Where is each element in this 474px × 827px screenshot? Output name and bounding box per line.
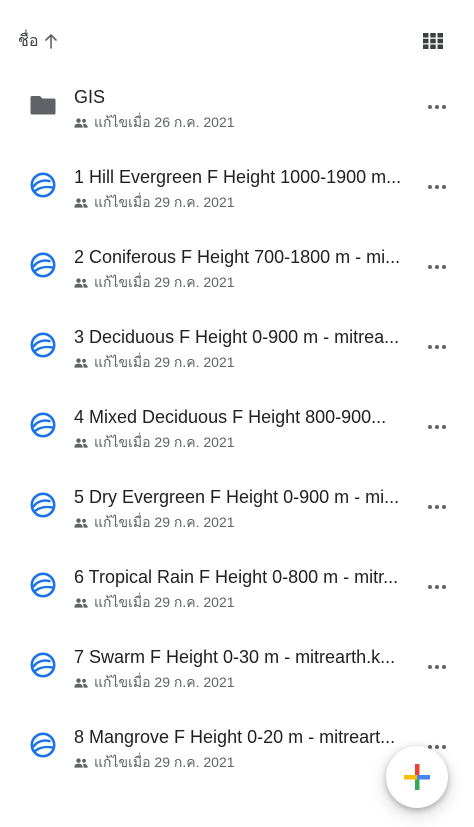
- file-meta: แก้ไขเมื่อ 26 ก.ค. 2021: [74, 114, 235, 132]
- arrow-up-icon: [45, 34, 58, 49]
- file-row[interactable]: 2 Coniferous F Height 700-1800 m - mi...…: [0, 220, 474, 300]
- file-name: 5 Dry Evergreen F Height 0-900 m - mi...: [74, 487, 400, 507]
- shared-people-icon: [74, 758, 88, 768]
- file-meta: แก้ไขเมื่อ 29 ก.ค. 2021: [74, 754, 235, 772]
- sort-label: ชื่อ: [18, 32, 39, 50]
- more-options-button[interactable]: [422, 176, 452, 198]
- file-row[interactable]: 1 Hill Evergreen F Height 1000-1900 m...…: [0, 140, 474, 220]
- file-name: GIS: [74, 87, 106, 107]
- google-earth-icon: [30, 572, 56, 598]
- modified-date: แก้ไขเมื่อ 29 ก.ค. 2021: [94, 354, 235, 370]
- more-options-button[interactable]: [422, 416, 452, 438]
- more-options-button[interactable]: [422, 576, 452, 598]
- shared-people-icon: [74, 118, 88, 128]
- modified-date: แก้ไขเมื่อ 29 ก.ค. 2021: [94, 674, 235, 690]
- grid-view-icon: [423, 33, 443, 49]
- google-earth-icon: [30, 732, 56, 758]
- file-meta: แก้ไขเมื่อ 29 ก.ค. 2021: [74, 354, 235, 372]
- file-row[interactable]: 6 Tropical Rain F Height 0-800 m - mitr.…: [0, 540, 474, 620]
- file-meta: แก้ไขเมื่อ 29 ก.ค. 2021: [74, 594, 235, 612]
- google-earth-icon: [30, 652, 56, 678]
- sort-by-name-button[interactable]: ชื่อ: [18, 30, 58, 52]
- file-meta: แก้ไขเมื่อ 29 ก.ค. 2021: [74, 514, 235, 532]
- grid-view-button[interactable]: [420, 28, 446, 54]
- file-list: GIS แก้ไขเมื่อ 26 ก.ค. 2021 1 Hill Everg…: [0, 60, 474, 780]
- file-row[interactable]: 5 Dry Evergreen F Height 0-900 m - mi...…: [0, 460, 474, 540]
- modified-date: แก้ไขเมื่อ 29 ก.ค. 2021: [94, 274, 235, 290]
- file-name: 8 Mangrove F Height 0-20 m - mitreart...: [74, 727, 396, 747]
- file-row[interactable]: 7 Swarm F Height 0-30 m - mitrearth.k...…: [0, 620, 474, 700]
- google-earth-icon: [30, 492, 56, 518]
- google-earth-icon: [30, 412, 56, 438]
- more-options-button[interactable]: [422, 96, 452, 118]
- file-name: 2 Coniferous F Height 700-1800 m - mi...: [74, 247, 401, 267]
- shared-people-icon: [74, 518, 88, 528]
- file-name: 4 Mixed Deciduous F Height 800-900...: [74, 407, 387, 427]
- shared-people-icon: [74, 278, 88, 288]
- modified-date: แก้ไขเมื่อ 26 ก.ค. 2021: [94, 114, 235, 130]
- file-name: 7 Swarm F Height 0-30 m - mitrearth.k...: [74, 647, 396, 667]
- file-meta: แก้ไขเมื่อ 29 ก.ค. 2021: [74, 194, 235, 212]
- file-name: 6 Tropical Rain F Height 0-800 m - mitr.…: [74, 567, 399, 587]
- file-name: 3 Deciduous F Height 0-900 m - mitrea...: [74, 327, 400, 347]
- google-earth-icon: [30, 252, 56, 278]
- plus-icon: [404, 764, 430, 790]
- file-meta: แก้ไขเมื่อ 29 ก.ค. 2021: [74, 274, 235, 292]
- shared-people-icon: [74, 438, 88, 448]
- modified-date: แก้ไขเมื่อ 29 ก.ค. 2021: [94, 194, 235, 210]
- file-row[interactable]: GIS แก้ไขเมื่อ 26 ก.ค. 2021: [0, 60, 474, 140]
- modified-date: แก้ไขเมื่อ 29 ก.ค. 2021: [94, 434, 235, 450]
- google-earth-icon: [30, 332, 56, 358]
- file-row[interactable]: 4 Mixed Deciduous F Height 800-900... แก…: [0, 380, 474, 460]
- shared-people-icon: [74, 198, 88, 208]
- more-options-button[interactable]: [422, 496, 452, 518]
- file-row[interactable]: 3 Deciduous F Height 0-900 m - mitrea...…: [0, 300, 474, 380]
- modified-date: แก้ไขเมื่อ 29 ก.ค. 2021: [94, 514, 235, 530]
- file-meta: แก้ไขเมื่อ 29 ก.ค. 2021: [74, 674, 235, 692]
- more-options-button[interactable]: [422, 256, 452, 278]
- folder-icon: [30, 96, 56, 115]
- shared-people-icon: [74, 678, 88, 688]
- modified-date: แก้ไขเมื่อ 29 ก.ค. 2021: [94, 594, 235, 610]
- shared-people-icon: [74, 598, 88, 608]
- file-name: 1 Hill Evergreen F Height 1000-1900 m...: [74, 167, 402, 187]
- more-options-button[interactable]: [422, 656, 452, 678]
- google-earth-icon: [30, 172, 56, 198]
- file-meta: แก้ไขเมื่อ 29 ก.ค. 2021: [74, 434, 235, 452]
- modified-date: แก้ไขเมื่อ 29 ก.ค. 2021: [94, 754, 235, 770]
- more-options-button[interactable]: [422, 336, 452, 358]
- shared-people-icon: [74, 358, 88, 368]
- new-item-fab[interactable]: [386, 746, 448, 808]
